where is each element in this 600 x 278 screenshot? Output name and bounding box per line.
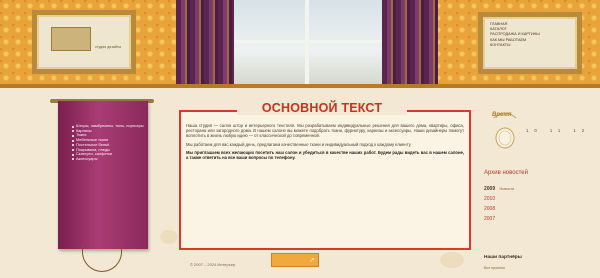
archive-sub: Новости [499, 187, 515, 191]
logo-frame[interactable]: студия дизайна [32, 10, 136, 74]
page-title: ОСНОВНОЙ ТЕКСТ [261, 101, 383, 115]
partners-title: Наши партнёры [484, 255, 522, 260]
top-nav-menu: Главная Каталог Распродажа и картины Как… [478, 12, 582, 74]
paragraph-bold: Мы приглашаем всех желающих посетить наш… [186, 149, 464, 161]
logo-image [51, 27, 91, 51]
archive-list: 2009 Новости 2010 2008 2007 [484, 184, 594, 224]
number-item: 10 [526, 128, 543, 133]
sidebar-menu: Шторы, ламбрекены, тюль, портьеры Карниз… [72, 123, 148, 162]
main-title-wrap: ОСНОВНОЙ ТЕКСТ [237, 99, 407, 115]
archive-year: 2008 [484, 206, 496, 212]
banner-cord [82, 246, 122, 272]
main-text: Наша студия — салон штор и интерьерного … [186, 123, 464, 163]
decor-dust [160, 230, 178, 244]
right-numbers: 10 11 12 [526, 128, 590, 133]
archive-item-2007[interactable]: 2007 [484, 214, 594, 224]
number-item: 12 [573, 128, 591, 133]
archive-item-2009[interactable]: 2009 Новости [484, 184, 594, 194]
archive-year: 2007 [484, 216, 496, 222]
archive-item-2008[interactable]: 2008 [484, 204, 594, 214]
nav-item-contacts[interactable]: Контакты [490, 43, 570, 48]
partners-link[interactable]: Все проекты [484, 266, 505, 270]
copyright-text: © 2007 – 2024 Интерьер [190, 262, 236, 267]
archive-title: Архив новостей [484, 170, 528, 176]
archive-year: 2009 [484, 186, 496, 192]
clock-logo-text: Время [492, 112, 512, 118]
header-border [0, 84, 600, 88]
curtain-left-image [176, 0, 234, 84]
curtain-right-image [382, 0, 438, 84]
number-item: 11 [549, 128, 567, 133]
paragraph: Мы работаем для вас каждый день, предлаг… [186, 141, 412, 147]
footer-banner-button[interactable]: ➚ [271, 253, 319, 267]
archive-year: 2010 [484, 196, 496, 202]
paragraph: Наша студия — салон штор и интерьерного … [186, 123, 464, 139]
decor-dust [440, 252, 464, 268]
sidebar-item-accessories[interactable]: Аксессуары [72, 156, 148, 162]
archive-item-2010[interactable]: 2010 [484, 194, 594, 204]
logo-caption: студия дизайна [95, 45, 121, 49]
arrow-icon: ➚ [309, 257, 315, 264]
